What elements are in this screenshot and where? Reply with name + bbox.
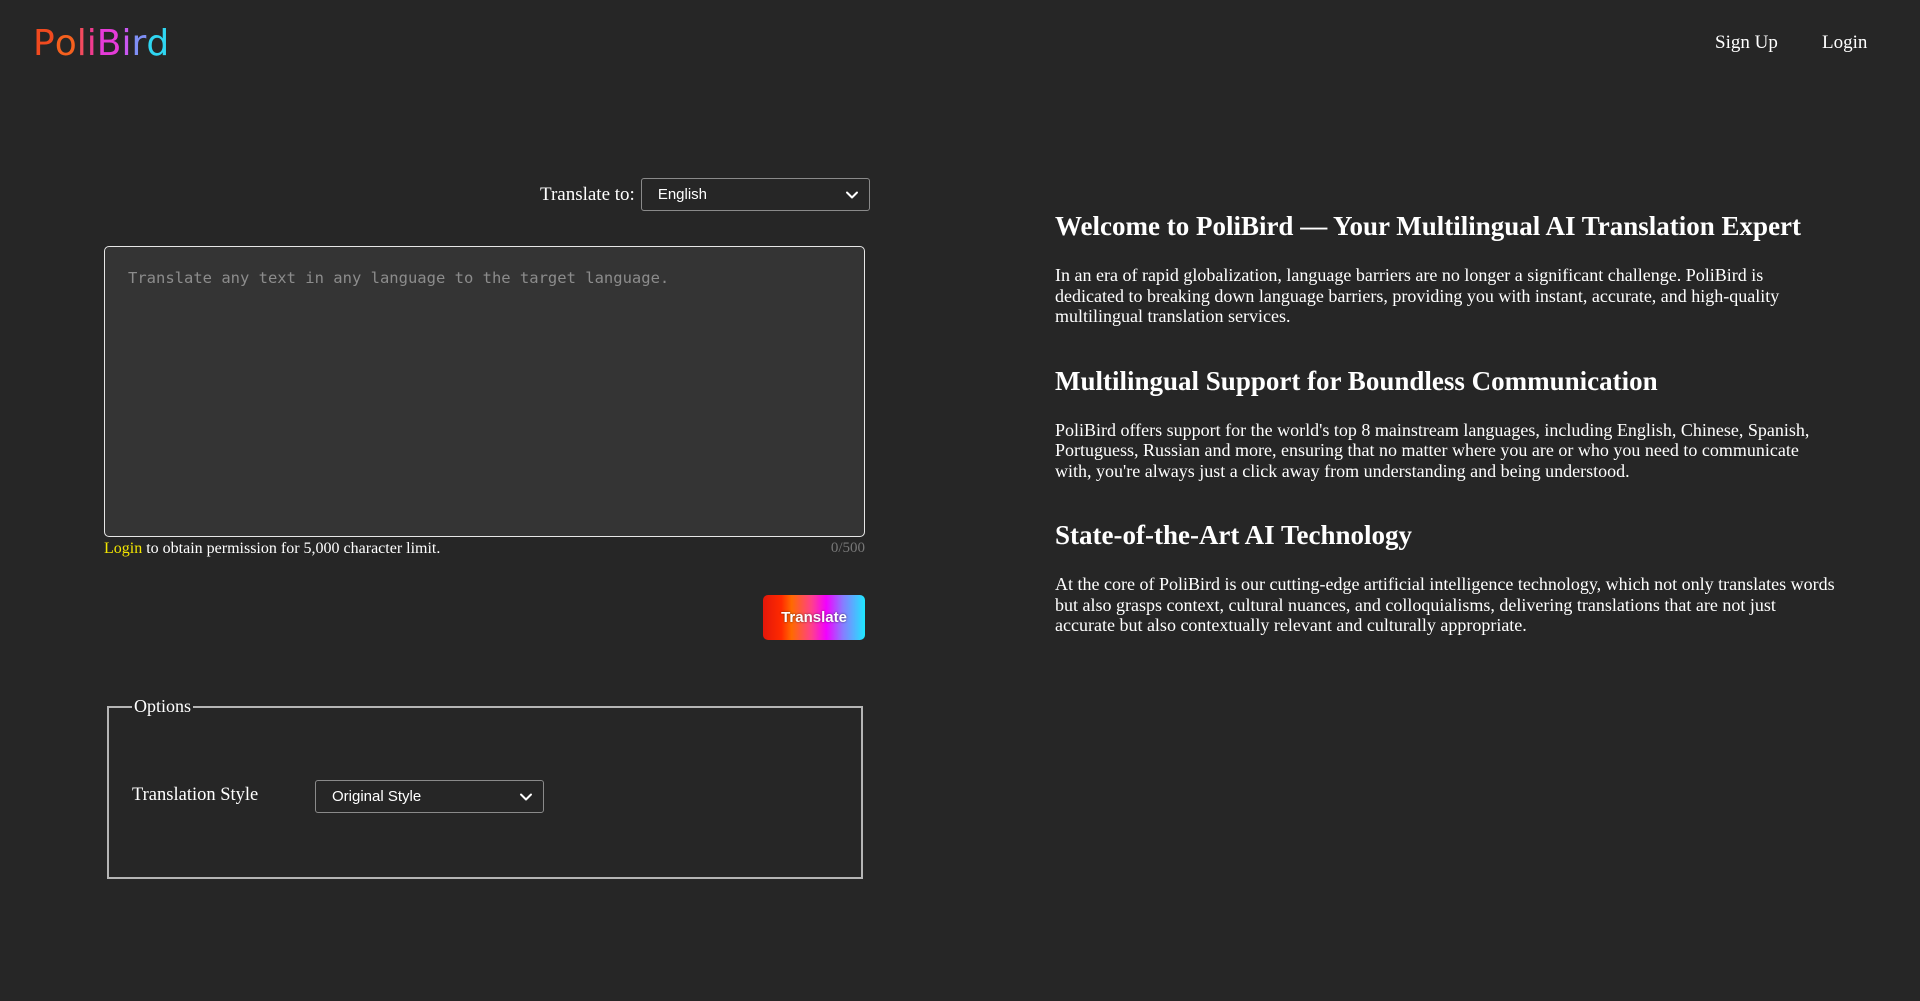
login-nav-link[interactable]: Login [1822, 32, 1867, 54]
logo-letter: l [76, 23, 87, 64]
translation-style-label: Translation Style [132, 785, 259, 805]
translation-style-select[interactable]: Original Style [315, 780, 544, 813]
intro-content: Welcome to PoliBird — Your Multilingual … [1055, 208, 1835, 636]
logo-letter: B [96, 23, 122, 64]
character-limit-note: Login to obtain permission for 5,000 cha… [104, 540, 440, 558]
options-panel: Options Translation Style Original Style [107, 695, 863, 879]
options-legend: Options [132, 695, 194, 717]
section-heading: State-of-the-Art AI Technology [1055, 520, 1412, 550]
intro-section: Multilingual Support for Boundless Commu… [1055, 363, 1835, 482]
intro-section: State-of-the-Art AI Technology At the co… [1055, 517, 1835, 636]
limit-text: to obtain permission for 5,000 character… [142, 540, 441, 557]
source-text-placeholder: Translate any text in any language to th… [128, 269, 670, 287]
section-body: PoliBird offers support for the world's … [1055, 419, 1810, 481]
header: PoliBird Sign Up Login [0, 0, 1920, 90]
logo-letter: P [33, 23, 55, 64]
logo-letter: r [131, 23, 147, 64]
source-text-input[interactable]: Translate any text in any language to th… [104, 246, 865, 537]
target-language-value: English [657, 186, 708, 203]
polibird-logo[interactable]: PoliBird [33, 18, 169, 70]
section-body: At the core of PoliBird is our cutting-e… [1055, 574, 1835, 635]
character-counter: 0/500 [830, 540, 865, 556]
logo-letter: i [86, 23, 97, 64]
chevron-down-icon [845, 191, 858, 198]
target-language-select[interactable]: English [640, 178, 870, 211]
translate-to-label: Translate to: [540, 183, 635, 205]
target-language-row: Translate to: English [540, 178, 870, 211]
logo-letter: d [146, 23, 170, 64]
section-heading: Multilingual Support for Boundless Commu… [1055, 365, 1658, 396]
signup-link[interactable]: Sign Up [1715, 32, 1778, 54]
chevron-down-icon [520, 793, 532, 800]
login-limit-link[interactable]: Login [104, 540, 142, 557]
logo-letter: i [121, 23, 132, 64]
section-heading: Welcome to PoliBird — Your Multilingual … [1055, 211, 1802, 241]
translation-style-value: Original Style [332, 788, 422, 805]
intro-section: Welcome to PoliBird — Your Multilingual … [1055, 208, 1835, 327]
section-body: In an era of rapid globalization, langua… [1055, 265, 1780, 326]
logo-letter: o [54, 23, 77, 64]
translate-button[interactable]: Translate [763, 595, 865, 640]
